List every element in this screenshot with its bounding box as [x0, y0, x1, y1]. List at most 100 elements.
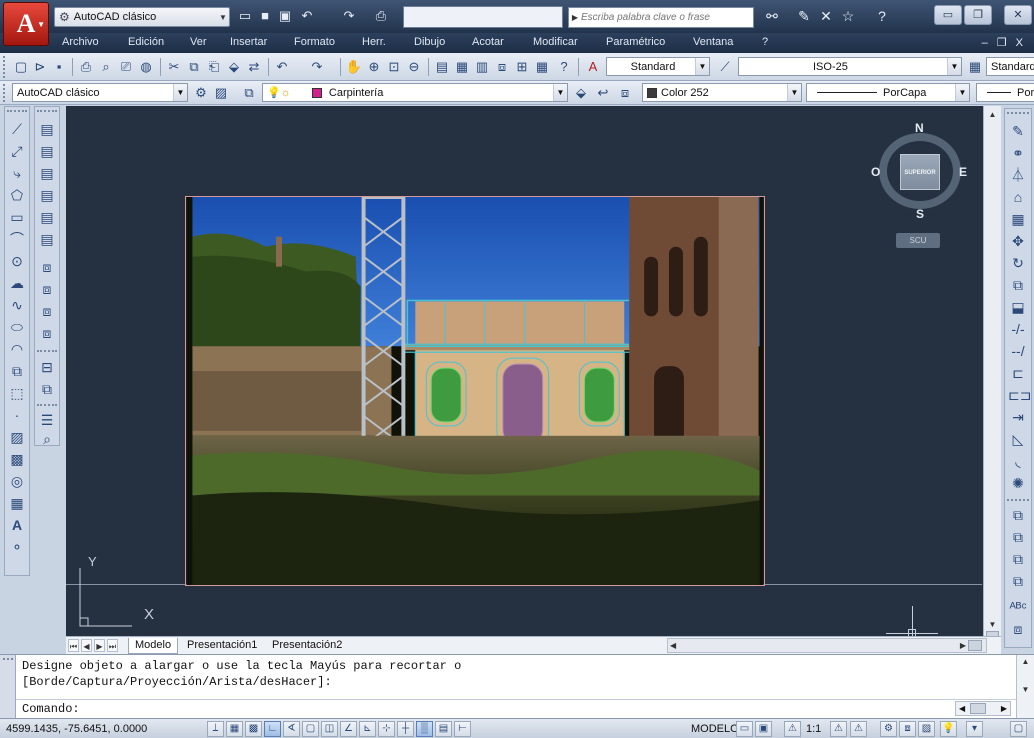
tool-palettes-icon[interactable]: ▥ [473, 58, 491, 76]
quick-view-layouts-icon[interactable]: ▭ [736, 721, 753, 737]
zoom-previous-icon[interactable]: ⊖ [405, 58, 423, 76]
send-under-icon[interactable]: ⧉ [1008, 571, 1028, 591]
previous-tab-icon[interactable]: ◀ [81, 639, 92, 652]
toolbar-lock-icon[interactable]: ▨ [212, 84, 230, 102]
command-horizontal-scrollbar[interactable]: ◀ ▶ [955, 701, 1011, 716]
workspace-switching-icon[interactable]: ⚙ [880, 721, 897, 737]
move-icon[interactable]: ✥ [1008, 231, 1028, 251]
rotate-icon[interactable]: ↻ [1008, 253, 1028, 273]
document-window-controls[interactable]: – ❐ X [982, 36, 1026, 49]
binoculars-icon[interactable]: ⚯ [762, 8, 782, 24]
revision-cloud-icon[interactable]: ☁ [7, 273, 27, 293]
open-file-icon[interactable]: ▭ [236, 8, 254, 24]
table-style-select[interactable]: Standard [986, 57, 1034, 76]
favorites-star-icon[interactable]: ☆ [838, 8, 858, 24]
annotation-scale-icon[interactable]: ⚠ [784, 721, 801, 737]
tab-modelo[interactable]: Modelo [128, 638, 179, 654]
edit-hatch-icon[interactable]: ⧈ [1008, 619, 1028, 639]
layer-lock-icon[interactable]: ⧈ [37, 301, 57, 321]
plot-preview-icon[interactable]: ⌕ [97, 58, 115, 76]
sheet-link-icon[interactable]: ▤ [37, 229, 57, 249]
menu-acotar[interactable]: Acotar [472, 36, 504, 48]
scroll-right-icon[interactable]: ▶ [960, 639, 966, 652]
trim-icon[interactable]: -/- [1008, 319, 1028, 339]
layer-walk-icon[interactable]: ⧈ [37, 257, 57, 277]
table-icon[interactable]: ▦ [7, 493, 27, 513]
publish-icon[interactable]: ⎚ [117, 58, 135, 76]
toolbar-grip[interactable] [3, 84, 6, 102]
text-style-icon[interactable]: A [584, 58, 602, 76]
scale-icon[interactable]: ⧉ [1008, 275, 1028, 295]
zoom-realtime-icon[interactable]: ⊕ [365, 58, 383, 76]
compass-east[interactable]: E [959, 165, 967, 179]
sheet-edit-icon[interactable]: ▤ [37, 163, 57, 183]
block-editor-icon[interactable]: ⇄ [245, 58, 263, 76]
inquiry-icon[interactable]: ⌕ [37, 429, 57, 449]
quick-properties-icon[interactable]: ▤ [435, 721, 452, 737]
table-style-icon[interactable]: ▦ [966, 58, 984, 76]
scroll-left-icon[interactable]: ◀ [670, 639, 676, 652]
menu-ventana[interactable]: Ventana [693, 36, 733, 48]
layer-unlock-icon[interactable]: ⧈ [37, 323, 57, 343]
model-space-button[interactable]: MODELO [691, 721, 739, 737]
vertical-scrollbar[interactable]: ▲ ▼ [983, 106, 1001, 636]
copy-icon[interactable]: ⧉ [185, 58, 203, 76]
ellipse-icon[interactable]: ⬭ [7, 317, 27, 337]
compass-north[interactable]: N [915, 121, 924, 135]
tab-presentacion1[interactable]: Presentación1 [181, 638, 263, 654]
menu-formato[interactable]: Formato [294, 36, 335, 48]
scroll-thumb[interactable] [970, 703, 986, 714]
scroll-left-icon[interactable]: ◀ [959, 702, 965, 715]
application-status-icon[interactable]: ▾ [966, 721, 983, 737]
bring-to-front-icon[interactable]: ⧉ [1008, 505, 1028, 525]
insert-block-icon[interactable]: ⧉ [7, 361, 27, 381]
break-icon[interactable]: ⊏⊐ [1008, 385, 1031, 405]
compass-west[interactable]: O [871, 165, 880, 179]
menu-ver[interactable]: Ver [190, 36, 207, 48]
bring-above-icon[interactable]: ⧉ [1008, 549, 1028, 569]
save-icon[interactable]: ▪ [50, 58, 68, 76]
help-icon[interactable]: ? [872, 8, 892, 24]
menu-dibujo[interactable]: Dibujo [414, 36, 445, 48]
match-properties-icon[interactable]: ⬙ [225, 58, 243, 76]
explode-icon[interactable]: ✺ [1008, 473, 1028, 493]
construction-line-icon[interactable]: ⤢ [7, 141, 27, 161]
snap-mode-icon[interactable]: ▦ [226, 721, 243, 737]
lineweight-select[interactable]: Por [976, 83, 1034, 102]
menu-parametrico[interactable]: Paramétrico [606, 36, 665, 48]
scroll-thumb[interactable] [968, 640, 982, 651]
scroll-right-icon[interactable]: ▶ [1001, 702, 1007, 715]
menu-archivo[interactable]: Archivo [62, 36, 99, 48]
mirror-icon[interactable]: ⏃ [1008, 165, 1028, 185]
list-icon[interactable]: ☰ [37, 410, 57, 430]
auto-scale-icon[interactable]: ⚠ [850, 721, 867, 737]
quick-view-drawings-icon[interactable]: ▣ [755, 721, 772, 737]
search-input[interactable] [581, 12, 751, 23]
multiline-text-icon[interactable]: A [7, 515, 27, 535]
communication-center-icon[interactable]: ✎ [794, 8, 814, 24]
grid-display-icon[interactable]: ▩ [245, 721, 262, 737]
line-icon[interactable]: ⟋ [7, 119, 27, 139]
object-snap-icon[interactable]: ▢ [302, 721, 319, 737]
horizontal-scrollbar[interactable]: ◀ ▶ [667, 638, 987, 653]
toolbar-grip[interactable] [3, 56, 6, 78]
transparency-icon[interactable]: ▒ [416, 721, 433, 737]
3d-object-snap-icon[interactable]: ◫ [321, 721, 338, 737]
quickcalc-icon[interactable]: ▦ [533, 58, 551, 76]
dynamic-input-icon[interactable]: ⊹ [378, 721, 395, 737]
workspace-settings-icon[interactable]: ⚙ [192, 84, 210, 102]
workspace-switcher[interactable]: ⚙ AutoCAD clásico ▼ [54, 7, 230, 27]
clean-screen-icon[interactable]: ▢ [1010, 721, 1027, 737]
extend-icon[interactable]: --/ [1008, 341, 1028, 361]
first-tab-icon[interactable]: ⏮ [68, 639, 79, 652]
polygon-icon[interactable]: ⬠ [7, 185, 27, 205]
minimize-button[interactable]: ▭ [934, 5, 962, 25]
gradient-icon[interactable]: ▩ [7, 449, 27, 469]
menu-edicion[interactable]: Edición [128, 36, 164, 48]
command-vertical-scrollbar[interactable]: ▲ ▼ [1016, 655, 1034, 719]
command-window-grip[interactable] [0, 655, 16, 719]
add-selected-icon[interactable]: ⚬ [7, 537, 27, 557]
workspaces-select[interactable]: AutoCAD clásico ▼ [12, 83, 188, 102]
dimension-linear-icon[interactable]: ⊟ [37, 357, 57, 377]
properties-icon[interactable]: ▤ [433, 58, 451, 76]
